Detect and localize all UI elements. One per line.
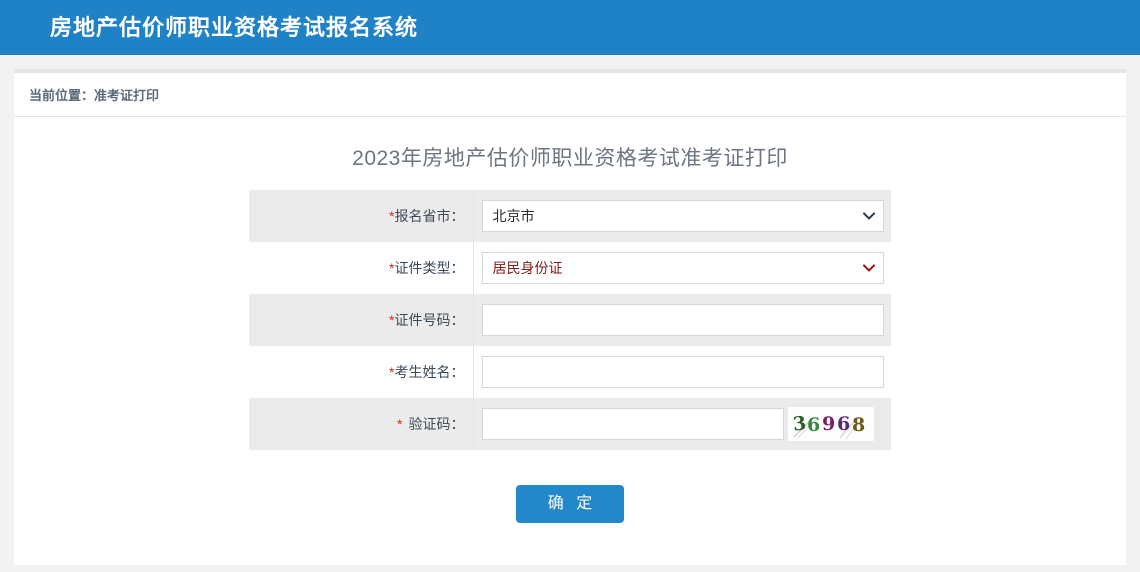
candidate-name-label: 考生姓名： [395,364,465,380]
id-type-select[interactable]: 居民身份证 [482,252,884,284]
captcha-label-cell: * 验证码： [249,398,473,450]
svg-text:6: 6 [807,414,820,436]
required-asterisk: * [397,416,402,432]
table-row: *报名省市： 北京市 [249,190,891,242]
table-row: *证件类型： 居民身份证 [249,242,891,294]
captcha-field-cell: 3 6 9 6 8 [473,398,891,450]
id-number-input[interactable] [482,304,884,336]
table-row: * 验证码： [249,398,891,450]
svg-text:9: 9 [822,413,835,435]
province-field-cell: 北京市 [473,190,891,242]
province-select[interactable]: 北京市 [482,200,884,232]
id-type-select-value: 居民身份证 [493,253,563,283]
province-label: 报名省市： [395,208,465,224]
registration-form-table: *报名省市： 北京市 *证件类型： [249,190,891,450]
svg-text:8: 8 [852,414,865,436]
captcha-image[interactable]: 3 6 9 6 8 [788,407,874,441]
id-number-label-cell: *证件号码： [249,294,473,346]
province-select-value: 北京市 [493,201,535,231]
breadcrumb: 当前位置：准考证打印 [29,85,159,104]
content-card: 当前位置：准考证打印 2023年房地产估价师职业资格考试准考证打印 *报名省市：… [14,69,1126,565]
province-label-cell: *报名省市： [249,190,473,242]
chevron-down-icon [863,253,875,283]
svg-text:3: 3 [791,412,806,435]
id-type-field-cell: 居民身份证 [473,242,891,294]
page-title: 房地产估价师职业资格考试报名系统 [50,17,418,39]
captcha-row: 3 6 9 6 8 [482,407,892,441]
svg-text:6: 6 [837,413,850,435]
page-root: 房地产估价师职业资格考试报名系统 当前位置：准考证打印 2023年房地产估价师职… [0,0,1140,572]
confirm-button[interactable]: 确 定 [516,485,624,523]
submit-area: 确 定 [14,450,1126,523]
candidate-name-input[interactable] [482,356,884,388]
id-type-label-cell: *证件类型： [249,242,473,294]
id-type-label: 证件类型： [395,260,465,276]
table-row: *考生姓名： [249,346,891,398]
breadcrumb-bar: 当前位置：准考证打印 [14,73,1126,117]
chevron-down-icon [863,201,875,231]
id-number-field-cell [473,294,891,346]
site-header: 房地产估价师职业资格考试报名系统 [0,0,1140,55]
captcha-input[interactable] [482,408,784,440]
candidate-name-field-cell [473,346,891,398]
table-row: *证件号码： [249,294,891,346]
candidate-name-label-cell: *考生姓名： [249,346,473,398]
captcha-label: 验证码： [409,416,465,432]
id-number-label: 证件号码： [395,312,465,328]
form-title: 2023年房地产估价师职业资格考试准考证打印 [14,117,1126,190]
